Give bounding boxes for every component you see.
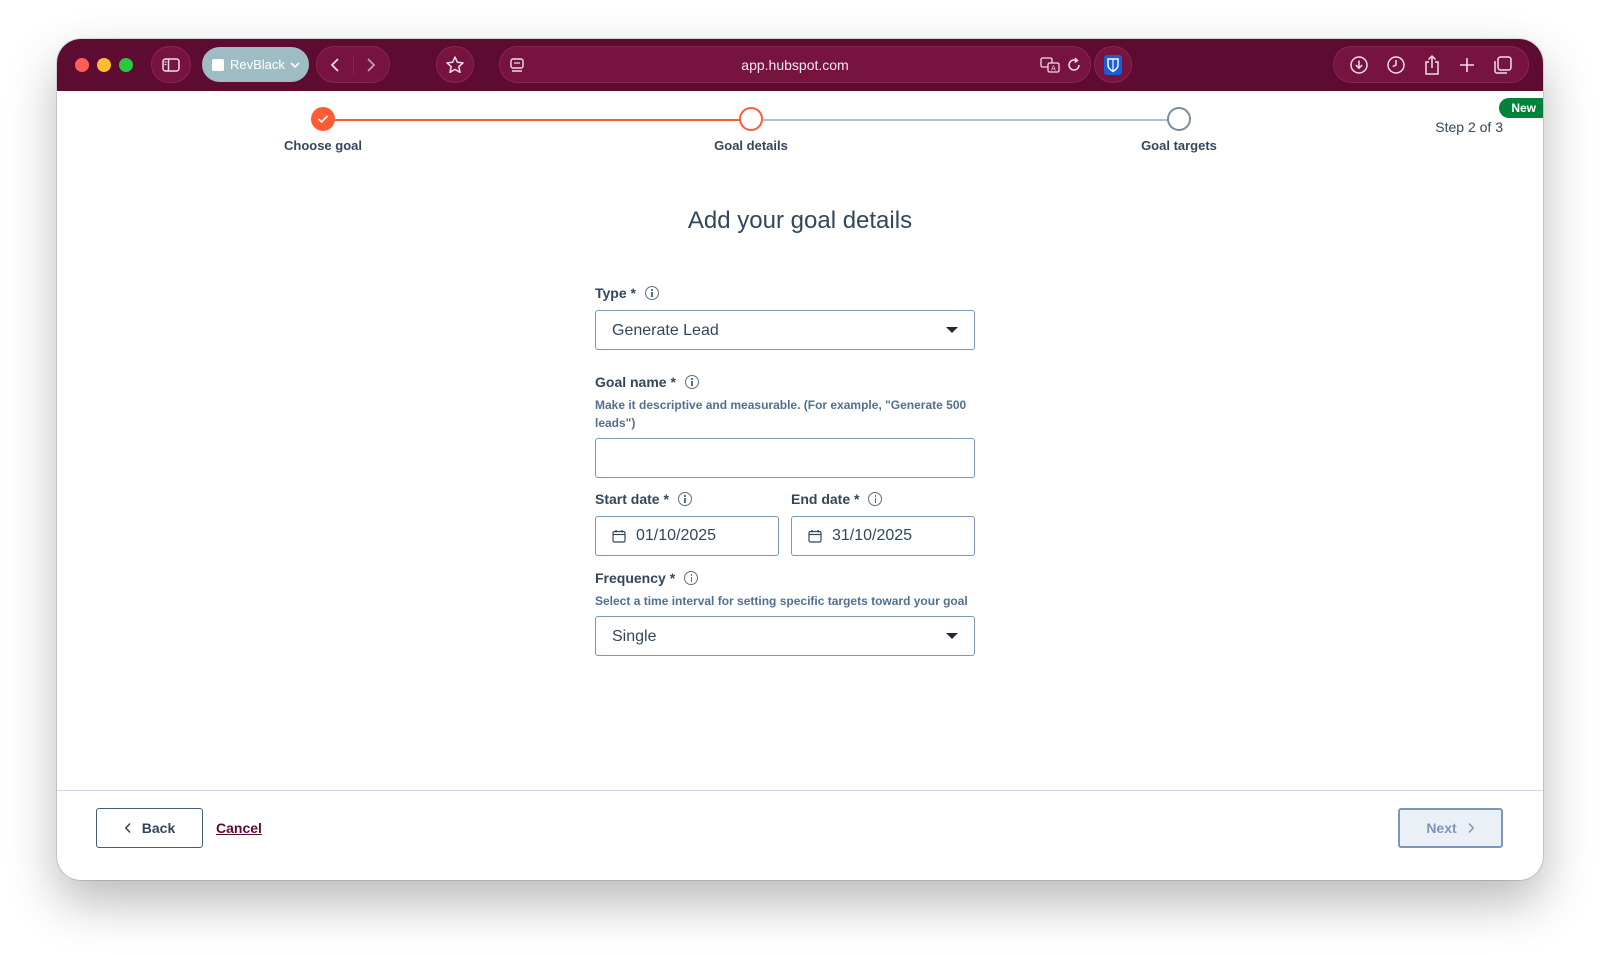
end-date-input[interactable]: 31/10/2025 [791,516,975,556]
url-text: app.hubspot.com [741,57,849,73]
caret-down-icon [946,633,958,639]
sidebar-toggle-button[interactable] [151,46,191,83]
frequency-select-value: Single [612,628,657,645]
profile-selector[interactable]: RevBlack [202,47,309,82]
chevron-right-icon [1468,822,1474,834]
calendar-icon [808,530,822,543]
goal-details-form: Type * Generate Lead Goal name * Make it… [595,284,975,656]
info-icon[interactable] [644,286,659,300]
step-1-complete-indicator [311,107,335,131]
checkmark-icon [317,115,329,124]
password-manager-button[interactable] [1094,46,1132,83]
minimize-window-button[interactable] [97,58,111,72]
chevron-down-icon [290,61,300,68]
info-icon[interactable] [684,571,699,585]
history-icon[interactable] [1386,55,1406,75]
profile-icon [212,58,224,71]
frequency-select[interactable]: Single [595,616,975,656]
step-label-goal-targets: Goal targets [1141,138,1217,153]
star-icon [446,55,464,73]
frequency-help: Select a time interval for setting speci… [595,594,968,608]
end-date-value: 31/10/2025 [832,527,913,544]
shield-icon [1104,54,1122,75]
frequency-label: Frequency * [595,569,975,587]
cancel-link[interactable]: Cancel [216,820,262,836]
start-date-label-text: Start date * [595,491,669,507]
sidebar-icon [162,57,180,72]
goal-name-label: Goal name * [595,373,975,391]
new-badge: New [1499,98,1543,118]
goal-name-label-text: Goal name * [595,374,676,390]
goal-name-help: Make it descriptive and measurable. (For… [595,398,967,430]
step-count: Step 2 of 3 [1435,119,1503,135]
goal-stepper: Choose goal Goal details Goal targets [57,91,1543,161]
chevron-right-icon [367,57,376,72]
history-nav [316,46,390,83]
end-date-label: End date * [791,490,975,508]
new-tab-icon[interactable] [1458,56,1476,74]
toolbar-actions [1333,46,1529,83]
footer-divider [57,790,1543,791]
svg-text:A: A [1051,65,1056,73]
stepper-progress-line [323,119,751,121]
back-button-label: Back [141,820,176,836]
stepper-remaining-line [751,119,1179,121]
goal-name-input[interactable] [595,438,975,478]
browser-window: RevBlack app.hubspot.com A Choose goal G… [57,39,1543,880]
caret-down-icon [946,327,958,333]
next-button-label: Next [1426,820,1457,836]
page-title: Add your goal details [687,207,913,234]
step-2-current-indicator [739,107,763,131]
zoom-window-button[interactable] [119,58,133,72]
frequency-label-text: Frequency * [595,570,676,586]
address-bar[interactable]: app.hubspot.com A [499,46,1091,83]
back-nav-button[interactable] [317,47,353,82]
step-3-pending-indicator [1167,107,1191,131]
start-date-field: Start date * 01/10/2025 [595,490,779,556]
type-label: Type * [595,284,975,302]
step-label-goal-details: Goal details [714,138,788,153]
start-date-input[interactable]: 01/10/2025 [595,516,779,556]
browser-toolbar: RevBlack app.hubspot.com A [57,39,1543,91]
profile-name: RevBlack [230,57,285,72]
start-date-value: 01/10/2025 [636,527,717,544]
reload-icon[interactable] [1066,56,1082,74]
tab-overview-icon[interactable] [1493,55,1513,75]
bookmark-button[interactable] [436,46,474,83]
chevron-left-icon [124,822,131,834]
chevron-left-icon [330,57,339,72]
end-date-field: End date * 31/10/2025 [791,490,975,556]
url-actions: A [1040,56,1082,74]
type-label-text: Type * [595,285,636,301]
download-icon[interactable] [1349,55,1369,75]
info-icon[interactable] [868,492,883,506]
share-icon[interactable] [1423,54,1441,76]
forward-nav-button[interactable] [354,47,390,82]
step-label-choose-goal: Choose goal [283,138,362,153]
next-button[interactable]: Next [1398,808,1503,848]
date-range: Start date * 01/10/2025 End date * 31/10… [595,490,975,556]
type-select-value: Generate Lead [612,322,719,339]
close-window-button[interactable] [75,58,89,72]
translate-icon[interactable]: A [1040,56,1060,74]
calendar-icon [612,530,626,543]
info-icon[interactable] [684,375,699,389]
type-select[interactable]: Generate Lead [595,310,975,350]
info-icon[interactable] [677,492,692,506]
end-date-label-text: End date * [791,491,860,507]
start-date-label: Start date * [595,490,779,508]
back-button[interactable]: Back [96,808,203,848]
